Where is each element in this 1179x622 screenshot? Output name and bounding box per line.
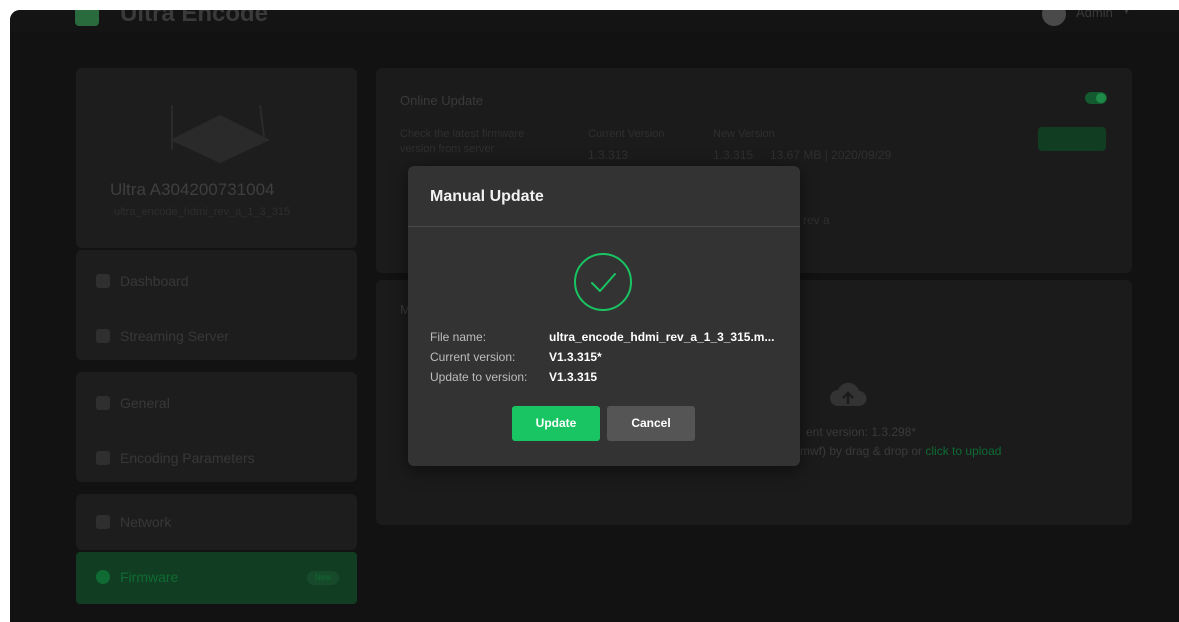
- update-to-version-value: V1.3.315: [549, 370, 598, 384]
- current-version-label: Current version:: [430, 350, 516, 364]
- cancel-button[interactable]: Cancel: [607, 406, 695, 441]
- manual-update-dialog: Manual Update File name: ultra_encode_hd…: [408, 166, 800, 466]
- current-version-value: V1.3.315*: [549, 350, 602, 364]
- dialog-divider: [408, 226, 800, 227]
- file-name-label: File name:: [430, 330, 487, 344]
- dialog-title: Manual Update: [430, 188, 544, 205]
- app-window: Ultra Encode Admin ▼ Ultra A304200731004…: [10, 10, 1179, 622]
- success-check-icon: [574, 253, 632, 311]
- update-button[interactable]: Update: [512, 406, 600, 441]
- file-name-value: ultra_encode_hdmi_rev_a_1_3_315.m...: [549, 330, 775, 344]
- update-to-version-label: Update to version:: [430, 370, 528, 384]
